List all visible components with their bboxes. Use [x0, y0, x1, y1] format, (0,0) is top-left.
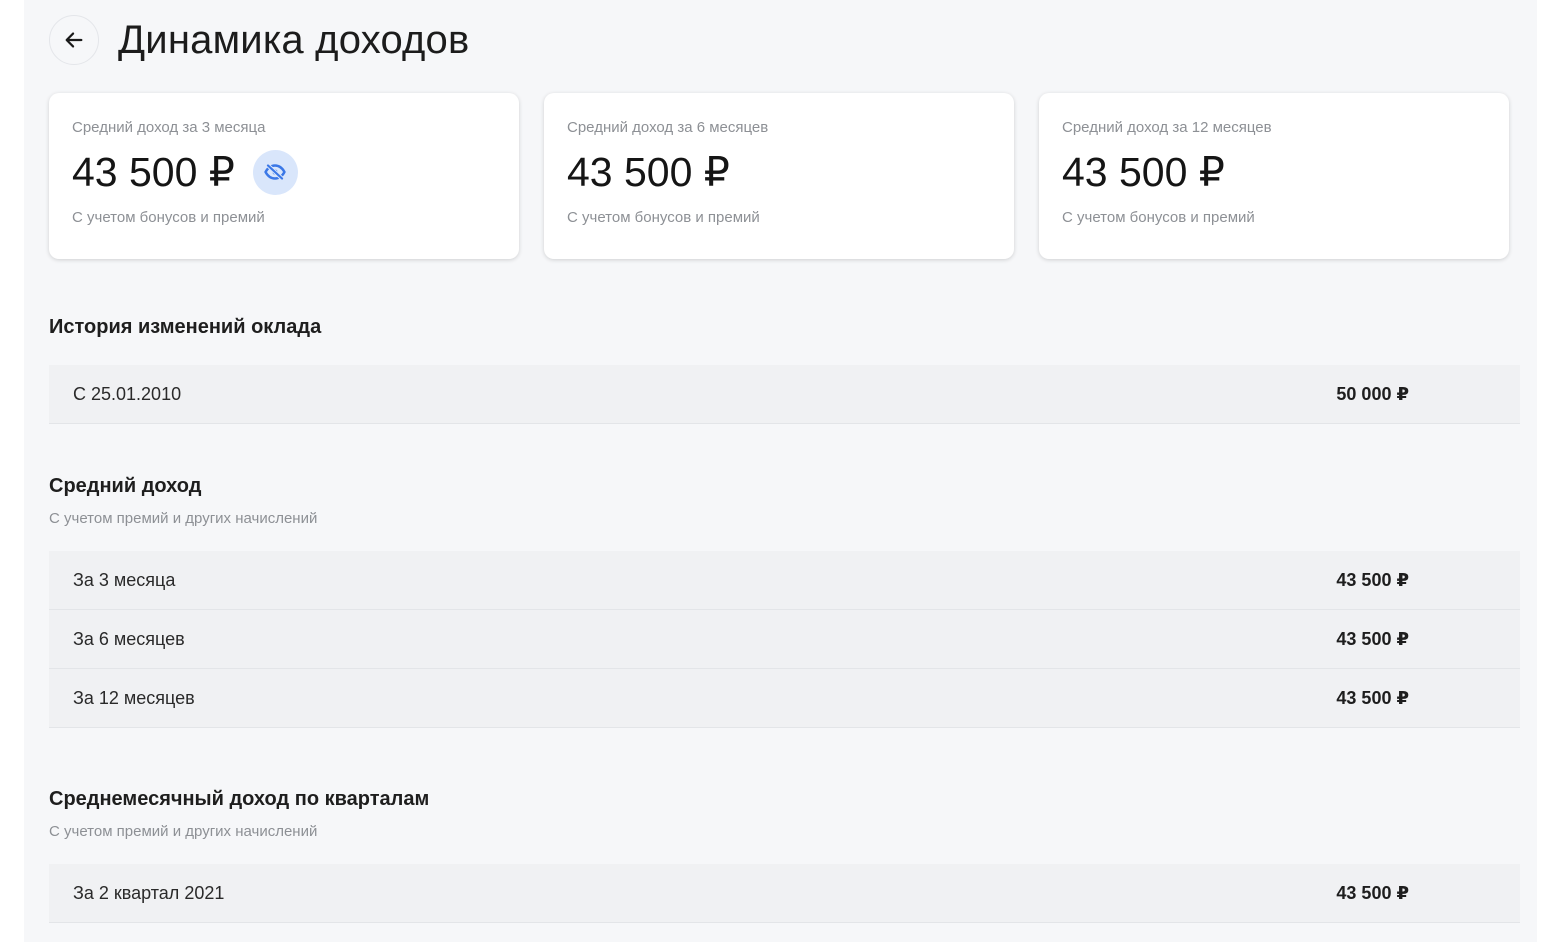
row-label: За 6 месяцев: [73, 628, 185, 649]
section-subtitle: С учетом премий и других начислений: [49, 823, 318, 840]
average-income-cards: Средний доход за 3 месяца 43 500 ₽ С уче…: [49, 93, 1509, 259]
quarterly-income-list: За 2 квартал 2021 43 500 ₽: [49, 864, 1520, 923]
page: Динамика доходов Средний доход за 3 меся…: [0, 0, 1560, 942]
section-subtitle: С учетом премий и других начислений: [49, 510, 318, 527]
average-income-section: Средний доход С учетом премий и других н…: [49, 474, 1520, 728]
card-label: Средний доход за 12 месяцев: [1062, 119, 1272, 136]
card-note: С учетом бонусов и премий: [1062, 209, 1255, 226]
row-label: За 12 месяцев: [73, 687, 195, 708]
section-title: Среднемесячный доход по кварталам: [49, 788, 430, 810]
card-amount-row: 43 500 ₽: [1062, 149, 1486, 195]
arrow-left-icon: [65, 32, 83, 48]
card-amount-row: 43 500 ₽: [567, 149, 991, 195]
average-income-list: За 3 месяца 43 500 ₽ За 6 месяцев 43 500…: [49, 551, 1520, 728]
section-title: История изменений оклада: [49, 316, 322, 338]
list-item: За 3 месяца 43 500 ₽: [49, 551, 1520, 610]
row-label: За 2 квартал 2021: [73, 882, 225, 903]
income-card-3-months: Средний доход за 3 месяца 43 500 ₽ С уче…: [49, 93, 519, 259]
card-amount-row: 43 500 ₽: [72, 149, 496, 195]
back-button[interactable]: [49, 15, 99, 65]
list-item: За 6 месяцев 43 500 ₽: [49, 610, 1520, 669]
row-value: 50 000 ₽: [1336, 383, 1409, 404]
page-header: Динамика доходов: [49, 13, 469, 67]
row-value: 43 500 ₽: [1336, 687, 1409, 708]
section-title: Средний доход: [49, 475, 202, 497]
card-note: С учетом бонусов и премий: [72, 209, 265, 226]
row-value: 43 500 ₽: [1336, 882, 1409, 903]
row-value: 43 500 ₽: [1336, 628, 1409, 649]
card-amount: 43 500 ₽: [72, 149, 235, 195]
page-title: Динамика доходов: [118, 17, 470, 62]
list-item: За 2 квартал 2021 43 500 ₽: [49, 864, 1520, 923]
card-label: Средний доход за 6 месяцев: [567, 119, 769, 136]
income-card-12-months: Средний доход за 12 месяцев 43 500 ₽ С у…: [1039, 93, 1509, 259]
hide-amount-button[interactable]: [252, 149, 298, 195]
card-note: С учетом бонусов и премий: [567, 209, 760, 226]
salary-history-section: История изменений оклада С 25.01.2010 50…: [49, 315, 1520, 424]
list-item: За 12 месяцев 43 500 ₽: [49, 669, 1520, 728]
quarterly-income-section: Среднемесячный доход по кварталам С учет…: [49, 787, 1520, 923]
income-card-6-months: Средний доход за 6 месяцев 43 500 ₽ С уч…: [544, 93, 1014, 259]
card-label: Средний доход за 3 месяца: [72, 119, 266, 136]
row-label: За 3 месяца: [73, 569, 176, 590]
card-amount: 43 500 ₽: [1062, 149, 1225, 195]
card-amount: 43 500 ₽: [567, 149, 730, 195]
salary-history-list: С 25.01.2010 50 000 ₽: [49, 365, 1520, 424]
row-label: С 25.01.2010: [73, 383, 182, 404]
row-value: 43 500 ₽: [1336, 569, 1409, 590]
list-item: С 25.01.2010 50 000 ₽: [49, 365, 1520, 424]
eye-off-icon: [264, 164, 287, 180]
